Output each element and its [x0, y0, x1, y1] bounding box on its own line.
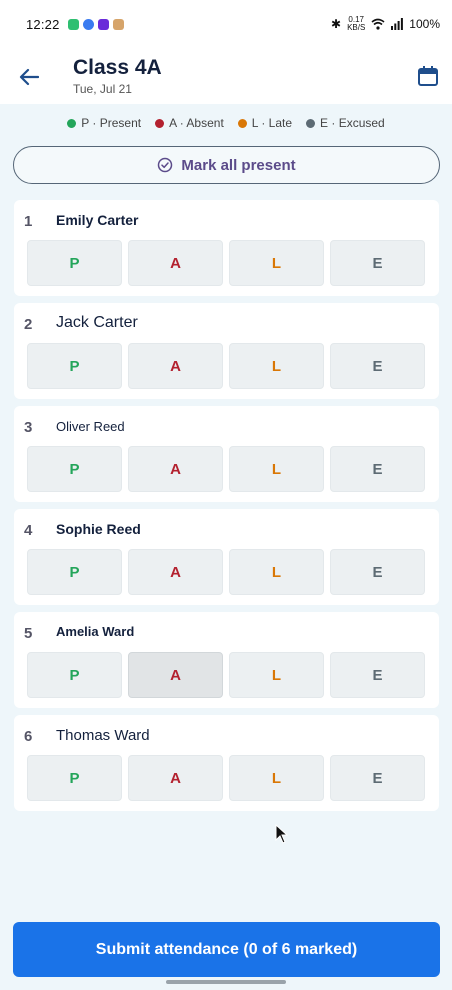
legend-dot: [237, 118, 247, 128]
signal-icon: [391, 18, 404, 30]
absent-button[interactable]: A: [128, 240, 223, 286]
student-card: 6 Thomas Ward P A L E: [14, 715, 439, 811]
verified-icon: [82, 18, 94, 30]
student-card: 1 Emily Carter P A L E: [14, 200, 439, 296]
absent-button[interactable]: A: [128, 446, 223, 492]
student-name: Thomas Ward: [56, 727, 150, 744]
app-avatar-icon: [112, 18, 124, 30]
legend-absent: A · Absent: [155, 116, 224, 130]
student-number: 4: [24, 522, 33, 539]
late-button[interactable]: L: [229, 652, 324, 698]
excused-button[interactable]: E: [330, 446, 425, 492]
student-card: 3 Oliver Reed P A L E: [14, 406, 439, 502]
check-circle-icon: [158, 157, 173, 173]
student-number: 2: [24, 316, 33, 333]
student-name: Amelia Ward: [56, 624, 135, 639]
wifi-icon: [371, 18, 385, 30]
back-button[interactable]: [16, 64, 42, 90]
legend-label: E · Excused: [320, 116, 385, 130]
legend-present: P · Present: [67, 116, 141, 130]
legend-excused: E · Excused: [306, 116, 385, 130]
legend-dot: [155, 118, 165, 128]
app-header: Class 4A Tue, Jul 21: [0, 48, 452, 104]
late-button[interactable]: L: [229, 446, 324, 492]
student-list: 1 Emily Carter P A L E 2 Jack Carter P A…: [14, 200, 439, 818]
present-button[interactable]: P: [27, 755, 122, 801]
mark-all-present-button[interactable]: Mark all present: [13, 146, 440, 184]
mouse-cursor-icon: [275, 824, 289, 844]
status-time: 12:22: [26, 16, 60, 32]
legend-label: L · Late: [251, 116, 293, 130]
submit-attendance-button[interactable]: Submit attendance (0 of 6 marked): [13, 922, 440, 977]
legend-label: A · Absent: [169, 116, 224, 130]
attendance-buttons: P A L E: [27, 446, 425, 492]
student-number: 1: [24, 213, 33, 230]
student-name: Sophie Reed: [56, 521, 141, 537]
calendar-icon: [418, 66, 438, 86]
late-button[interactable]: L: [229, 343, 324, 389]
page-title: Class 4A: [73, 56, 162, 79]
late-button[interactable]: L: [229, 549, 324, 595]
student-name: Jack Carter: [56, 314, 138, 331]
attendance-buttons: P A L E: [27, 343, 425, 389]
attendance-buttons: P A L E: [27, 240, 425, 286]
student-name: Oliver Reed: [56, 419, 125, 434]
student-number: 6: [24, 728, 33, 745]
student-card: 4 Sophie Reed P A L E: [14, 509, 439, 605]
home-indicator[interactable]: [166, 980, 286, 984]
late-button[interactable]: L: [229, 240, 324, 286]
legend-label: P · Present: [81, 116, 142, 130]
page-date: Tue, Jul 21: [73, 82, 132, 96]
student-card: 2 Jack Carter P A L E: [14, 303, 439, 399]
present-button[interactable]: P: [27, 240, 122, 286]
legend-late: L · Late: [237, 116, 293, 130]
calendar-button[interactable]: [416, 64, 442, 90]
battery-level: 100%: [409, 17, 440, 31]
attendance-buttons: P A L E: [27, 549, 425, 595]
student-number: 3: [24, 419, 33, 436]
excused-button[interactable]: E: [330, 343, 425, 389]
present-button[interactable]: P: [27, 652, 122, 698]
network-speed: 0.17 KB/S: [347, 16, 365, 32]
status-right: ✱ 0.17 KB/S 100%: [331, 16, 440, 32]
notification-icons: [67, 18, 124, 30]
student-card: 5 Amelia Ward P A L E: [14, 612, 439, 708]
status-bar: 12:22 ✱ 0.17 KB/S 100%: [0, 0, 452, 48]
student-name: Emily Carter: [56, 212, 139, 228]
present-button[interactable]: P: [27, 446, 122, 492]
attendance-buttons: P A L E: [27, 652, 425, 698]
absent-button[interactable]: A: [128, 652, 223, 698]
status-legend: P · Present A · Absent L · Late E · Excu…: [0, 112, 452, 134]
absent-button[interactable]: A: [128, 343, 223, 389]
present-button[interactable]: P: [27, 549, 122, 595]
yahoo-icon: [97, 18, 109, 30]
mark-all-label: Mark all present: [181, 156, 296, 174]
excused-button[interactable]: E: [330, 652, 425, 698]
present-button[interactable]: P: [27, 343, 122, 389]
student-number: 5: [24, 625, 33, 642]
absent-button[interactable]: A: [128, 755, 223, 801]
absent-button[interactable]: A: [128, 549, 223, 595]
legend-dot: [306, 118, 316, 128]
arrow-left-icon: [19, 68, 39, 86]
excused-button[interactable]: E: [330, 549, 425, 595]
legend-dot: [67, 118, 77, 128]
late-button[interactable]: L: [229, 755, 324, 801]
speed-unit: KB/S: [347, 23, 366, 32]
attendance-buttons: P A L E: [27, 755, 425, 801]
app-notification-icon: [67, 18, 79, 30]
excused-button[interactable]: E: [330, 755, 425, 801]
bluetooth-icon: ✱: [331, 17, 342, 31]
excused-button[interactable]: E: [330, 240, 425, 286]
